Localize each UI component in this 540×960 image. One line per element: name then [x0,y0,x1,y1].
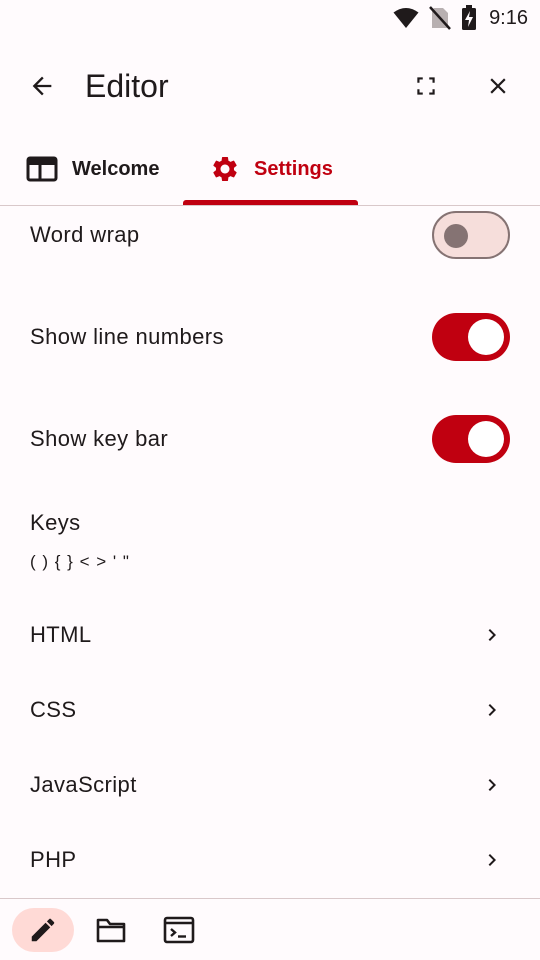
app-bar: Editor [0,36,540,132]
chevron-right-icon [488,629,496,641]
javascript-label: JavaScript [30,772,137,797]
setting-word-wrap[interactable]: Word wrap [0,206,540,282]
word-wrap-switch[interactable] [432,211,510,259]
tab-welcome-label: Welcome [72,157,160,180]
wifi-icon [393,8,419,28]
battery-charging-icon [462,5,477,30]
editor-button[interactable] [12,908,74,952]
key-bar-label: Show key bar [30,426,169,451]
keys-value: ( ) { } < > ' " [30,552,130,571]
settings-list: Word wrap Show line numbers Show key bar… [0,206,540,898]
tab-indicator [183,200,358,205]
arrow-back-icon [32,76,52,96]
switch-knob [468,319,504,355]
page-title: Editor [85,68,169,104]
setting-javascript[interactable]: JavaScript [0,748,540,822]
pencil-icon [31,918,55,942]
switch-knob [468,421,504,457]
tab-bar: Welcome Settings [0,132,540,206]
status-bar: 9:16 [0,0,540,36]
key-bar-switch[interactable] [432,415,510,463]
window-icon [26,156,58,182]
word-wrap-label: Word wrap [30,222,140,247]
gear-icon [213,157,237,181]
terminal-icon [163,916,195,944]
chevron-right-icon [488,854,496,866]
tab-settings[interactable]: Settings [183,132,358,206]
fullscreen-icon [417,77,435,95]
close-button[interactable] [476,64,520,108]
files-button[interactable] [88,908,134,952]
fullscreen-button[interactable] [404,64,448,108]
back-button[interactable] [20,64,64,108]
html-label: HTML [30,622,92,647]
keys-label: Keys [30,510,81,535]
chevron-right-icon [488,779,496,791]
setting-php[interactable]: PHP [0,823,540,897]
terminal-button[interactable] [156,908,202,952]
line-numbers-switch[interactable] [432,313,510,361]
tab-settings-label: Settings [254,157,333,180]
status-time: 9:16 [489,6,528,29]
php-label: PHP [30,847,77,872]
tab-welcome[interactable]: Welcome [26,132,159,206]
setting-key-bar[interactable]: Show key bar [0,392,540,488]
bottom-bar [0,898,540,960]
close-icon [490,78,506,94]
switch-knob [444,224,468,248]
setting-keys[interactable]: Keys ( ) { } < > ' " [0,496,540,588]
folder-icon [96,918,126,943]
css-label: CSS [30,697,77,722]
chevron-right-icon [488,704,496,716]
setting-html[interactable]: HTML [0,598,540,672]
setting-css[interactable]: CSS [0,673,540,747]
no-sim-icon [429,6,451,30]
line-numbers-label: Show line numbers [30,324,224,349]
setting-line-numbers[interactable]: Show line numbers [0,290,540,386]
